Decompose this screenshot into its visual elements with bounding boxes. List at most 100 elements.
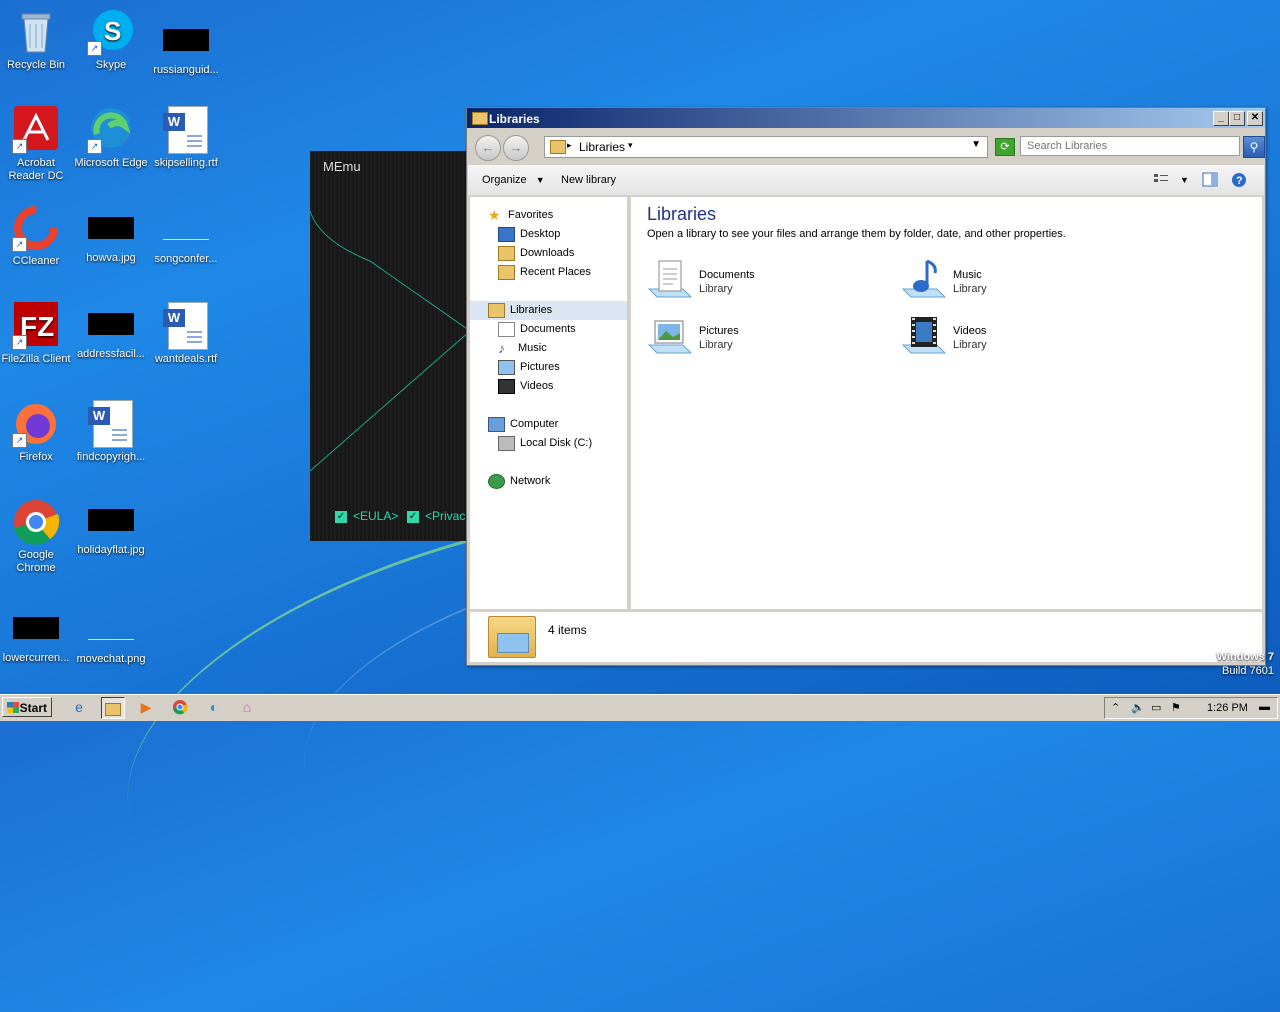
libraries-folder-icon [472,112,488,125]
nav-desktop[interactable]: Desktop [498,225,560,244]
libraries-folder-icon [488,616,536,658]
back-button[interactable]: ← [475,135,501,161]
file-thumbnail [163,29,209,51]
breadcrumb-chevron-icon[interactable]: ▸ [567,140,572,151]
library-music[interactable]: Music Library [901,259,1121,303]
navigation-pane[interactable]: ★ Favorites Desktop Downloads Recent Plac… [470,197,627,609]
desktop-icon-howva[interactable]: howva.jpg [73,214,149,265]
address-bar[interactable]: ▸ Libraries ▾ ▼ [544,136,988,158]
start-button[interactable]: Start [2,697,52,717]
nav-network[interactable]: Network [488,472,550,491]
minimize-button[interactable]: _ [1213,111,1229,126]
show-hidden-icons[interactable]: ⌃ [1111,701,1120,714]
check-icon: ✓ [407,510,419,523]
search-input[interactable] [1020,136,1240,156]
edge-taskbar-icon[interactable]: ◐ [203,697,225,717]
chrome-icon [12,498,60,546]
desktop-icon-recycle-bin[interactable]: Recycle Bin [0,8,74,72]
desktop-icon-skipselling[interactable]: W skipselling.rtf [148,106,224,170]
desktop-icon-label: Skype [95,59,127,71]
start-label: Start [19,701,47,715]
privacy-link[interactable]: <Privac [425,509,465,523]
maximize-button[interactable]: □ [1229,111,1245,126]
library-pictures[interactable]: Pictures Library [647,315,867,359]
nav-favorites[interactable]: ★ Favorites [488,206,553,225]
explorer-taskbar-icon[interactable] [101,697,125,719]
item-count: 4 items [548,623,587,637]
os-build: Build 7601 [1222,665,1274,677]
desktop-icon-findcopyrigh[interactable]: W findcopyrigh... [73,400,149,464]
eula-checkbox[interactable]: ✓ <EULA> [335,509,398,523]
nav-libraries[interactable]: Libraries [470,301,627,320]
network-icon [488,473,505,489]
preview-pane-icon[interactable] [1202,172,1218,187]
desktop-icon-lowercurren[interactable]: lowercurren... [0,604,74,665]
page-description: Open a library to see your files and arr… [647,228,1066,240]
eula-link[interactable]: <EULA> [353,509,398,523]
memu-installer-window[interactable]: MEmu ✓ <EULA> ✓ <Privac [310,151,470,541]
library-videos[interactable]: Videos Library [901,315,1121,359]
desktop-icon-filezilla[interactable]: FZ ↗ FileZilla Client [0,302,74,366]
desktop-icon-acrobat[interactable]: ↗ Acrobat Reader DC [0,106,74,183]
desktop-icon-russianguid[interactable]: russianguid... [148,16,224,77]
nav-recent-places[interactable]: Recent Places [498,263,591,282]
nav-downloads[interactable]: Downloads [498,244,574,263]
nav-label: Local Disk (C:) [520,437,593,449]
desktop-icon-label: FileZilla Client [1,353,71,365]
help-icon[interactable]: ? [1231,172,1247,187]
search-icon[interactable]: ⚲ [1243,136,1265,158]
memu-taskbar-icon[interactable]: ⌂ [236,697,258,717]
library-documents[interactable]: Documents Library [647,259,867,303]
desktop-icon-ccleaner[interactable]: ↗ CCleaner [0,204,74,268]
change-view-icon[interactable] [1153,172,1169,187]
nav-pictures[interactable]: Pictures [498,358,560,377]
library-type: Library [953,283,987,295]
edge-icon: ↗ [87,106,135,154]
nav-label: Downloads [520,247,575,259]
title-bar[interactable]: Libraries _ □ ✕ [467,108,1265,128]
desktop-icon-firefox[interactable]: ↗ Firefox [0,400,74,464]
new-library-button[interactable]: New library [561,174,616,186]
nav-local-disk[interactable]: Local Disk (C:) [498,434,592,453]
refresh-icon[interactable]: ⟳ [995,138,1015,156]
privacy-checkbox[interactable]: ✓ <Privac [407,509,465,523]
internet-explorer-icon[interactable]: e [68,697,90,717]
desktop-icon-addressfacil[interactable]: addressfacil... [73,310,149,361]
local-disk-icon [498,435,515,451]
desktop-icon-skype[interactable]: S ↗ Skype [73,8,149,72]
close-button[interactable]: ✕ [1247,111,1263,126]
desktop-icon-holidayflat[interactable]: holidayflat.jpg [73,506,149,557]
star-icon: ★ [488,206,501,223]
breadcrumb-libraries[interactable]: Libraries [579,140,625,154]
desktop-icon-edge[interactable]: ↗ Microsoft Edge [73,106,149,170]
show-desktop-icon[interactable]: ▬ [1259,701,1270,713]
nav-computer[interactable]: Computer [488,415,558,434]
network-tray-icon[interactable]: ▭ [1151,701,1161,714]
desktop-icon-label: movechat.png [76,653,146,665]
acrobat-icon: ↗ [12,106,60,154]
nav-music[interactable]: ♪ Music [498,339,547,358]
desktop-icon-movechat[interactable]: movechat.png [73,604,149,666]
view-options-chevron-icon[interactable]: ▼ [1180,175,1189,185]
nav-documents[interactable]: Documents [498,320,576,339]
nav-videos[interactable]: Videos [498,377,553,396]
file-thumbnail [88,217,134,239]
content-pane[interactable]: Libraries Open a library to see your fil… [631,197,1262,609]
volume-icon[interactable]: 🔈 [1131,701,1145,714]
nav-label: Computer [510,418,559,430]
desktop-icon [498,226,515,242]
desktop-icon-chrome[interactable]: Google Chrome [0,498,74,575]
action-center-flag-icon[interactable]: ⚑ [1171,701,1181,714]
clock[interactable]: 1:26 PM [1207,702,1248,714]
chrome-taskbar-icon[interactable] [169,697,191,717]
forward-button[interactable]: → [503,135,529,161]
desktop-icon-wantdeals[interactable]: W wantdeals.rtf [148,302,224,366]
media-player-icon[interactable]: ▶ [135,697,157,717]
music-library-icon [901,259,947,303]
breadcrumb-dropdown-icon[interactable]: ▾ [628,140,633,151]
organize-button[interactable]: Organize ▼ [482,174,545,186]
explorer-window[interactable]: Libraries _ □ ✕ ← → ▸ Libraries ▾ ▼ ⟳ ⚲ … [466,107,1266,666]
address-history-dropdown-icon[interactable]: ▼ [971,139,981,150]
desktop-icon-songconfer[interactable]: songconfer... [148,214,224,266]
memu-background-lines [310,210,470,472]
